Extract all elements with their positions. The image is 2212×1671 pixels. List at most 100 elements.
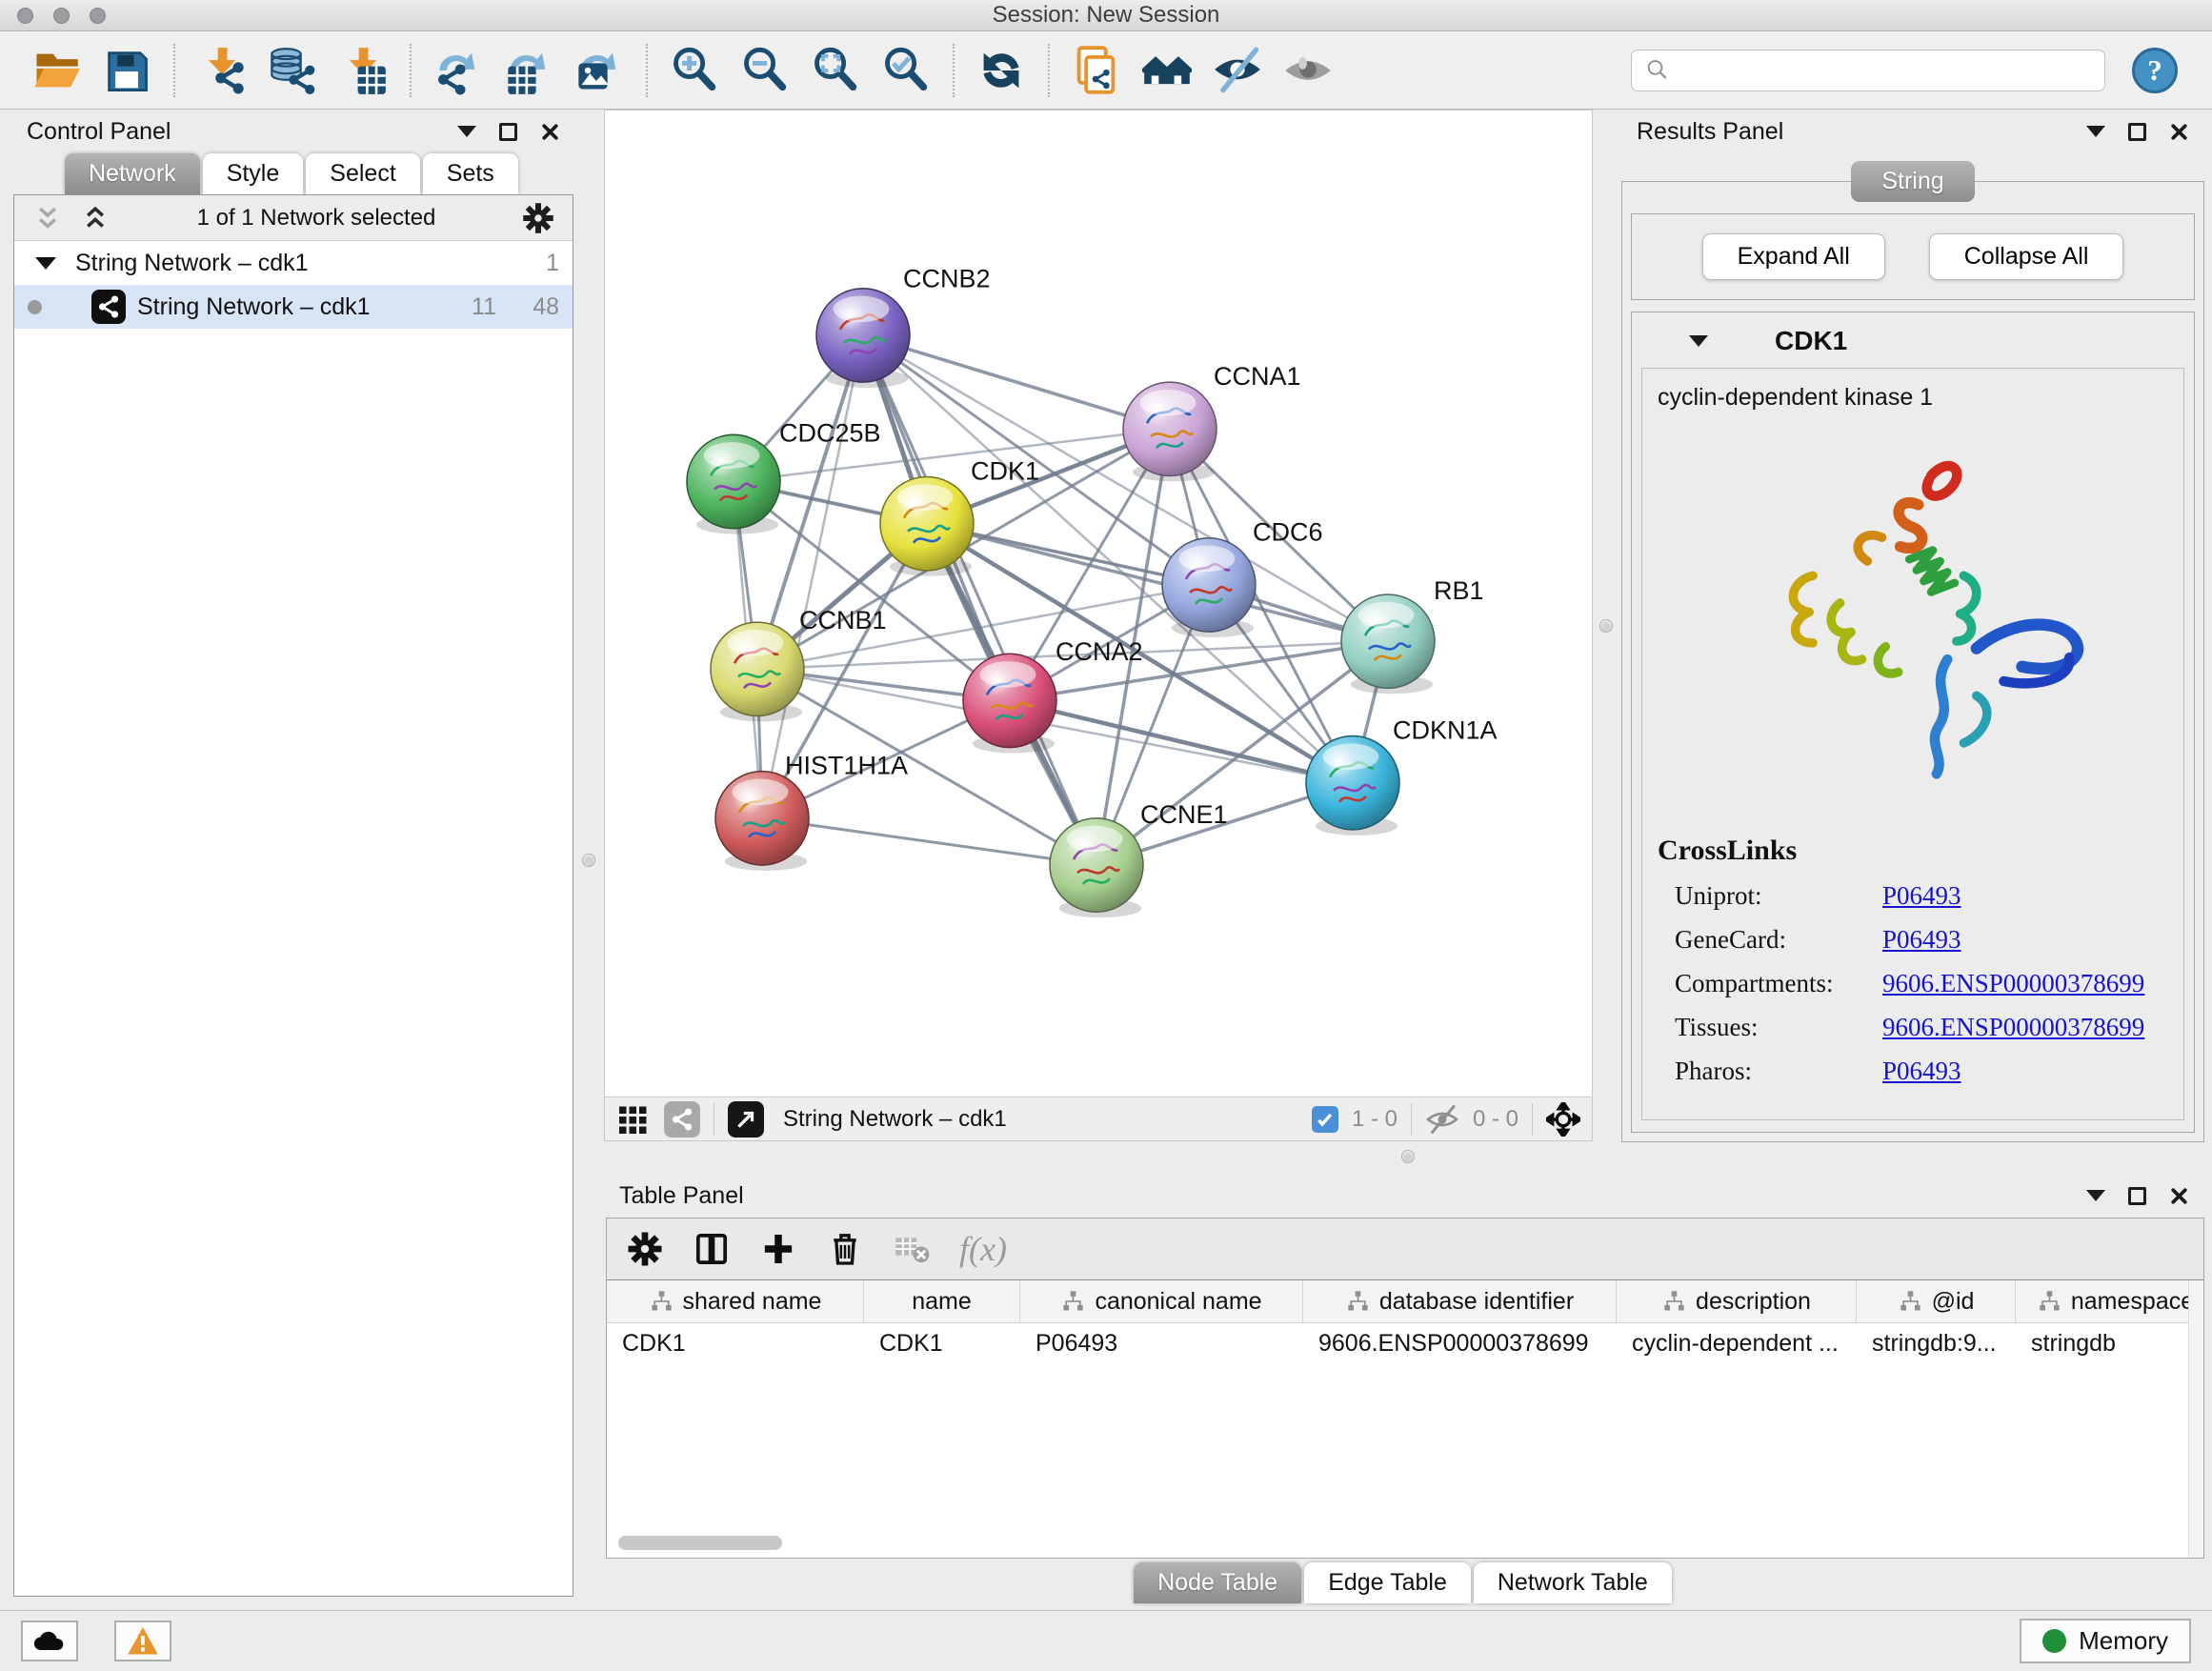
network-node[interactable]: [1123, 382, 1217, 481]
window-controls[interactable]: [17, 8, 106, 24]
horizontal-splitter[interactable]: [604, 1141, 2212, 1174]
export-image-button[interactable]: [569, 41, 630, 100]
network-node[interactable]: [963, 654, 1056, 753]
tab-select[interactable]: Select: [306, 153, 419, 194]
column-label: canonical name: [1095, 1288, 1261, 1316]
tab-sets[interactable]: Sets: [423, 153, 518, 194]
panel-menu-icon[interactable]: [457, 126, 476, 137]
cloud-button[interactable]: [21, 1621, 78, 1661]
tree-options-gear-icon[interactable]: [521, 201, 555, 235]
splitter-handle[interactable]: [1401, 1150, 1415, 1163]
table-row[interactable]: CDK1CDK1P064939606.ENSP00000378699cyclin…: [607, 1323, 2203, 1363]
collapse-all-button[interactable]: Collapse All: [1929, 233, 2124, 280]
search-box[interactable]: [1631, 50, 2105, 91]
pan-crosshair-icon[interactable]: [1546, 1102, 1580, 1137]
help-button[interactable]: ?: [2132, 48, 2178, 93]
export-table-button[interactable]: [498, 41, 559, 100]
clone-network-button[interactable]: [1066, 41, 1127, 100]
splitter-handle[interactable]: [582, 854, 595, 867]
panel-float-icon[interactable]: [499, 123, 517, 141]
column-header-shared-name[interactable]: shared name: [607, 1280, 864, 1322]
tab-network[interactable]: Network: [65, 153, 200, 194]
crosslink-link[interactable]: 9606.ENSP00000378699: [1882, 1013, 2144, 1042]
protein-description: cyclin-dependent kinase 1: [1658, 384, 2168, 412]
network-node[interactable]: [1306, 736, 1399, 836]
close-window-icon[interactable]: [17, 8, 33, 24]
maximize-window-icon[interactable]: [90, 8, 106, 24]
tab-style[interactable]: Style: [203, 153, 304, 194]
tab-network-table[interactable]: Network Table: [1474, 1562, 1672, 1603]
zoom-selected-button[interactable]: [875, 41, 936, 100]
collapse-icon[interactable]: [35, 257, 56, 270]
crosslink-link[interactable]: 9606.ENSP00000378699: [1882, 969, 2144, 998]
memory-button[interactable]: Memory: [2020, 1619, 2191, 1663]
panel-float-icon[interactable]: [2128, 123, 2146, 141]
splitter-handle[interactable]: [1599, 619, 1613, 633]
network-node[interactable]: [1341, 594, 1435, 694]
delete-column-icon[interactable]: [826, 1230, 864, 1268]
crosslink-link[interactable]: P06493: [1882, 1057, 1961, 1086]
export-network-button[interactable]: [428, 41, 489, 100]
zoom-fit-button[interactable]: [805, 41, 866, 100]
toolbar-separator: [410, 44, 412, 97]
column-header-name[interactable]: name: [864, 1280, 1020, 1322]
show-columns-icon[interactable]: [693, 1230, 731, 1268]
import-table-button[interactable]: [332, 41, 393, 100]
column-header-description[interactable]: description: [1617, 1280, 1857, 1322]
network-node[interactable]: [715, 772, 809, 871]
detach-view-button[interactable]: [728, 1101, 764, 1137]
collapse-all-icon[interactable]: [31, 202, 64, 234]
birds-eye-grid-icon[interactable]: [616, 1102, 651, 1137]
network-graph[interactable]: CCNB2CCNA1CDC25BCDK1CDC6RB1CCNB1CCNA2CDK…: [605, 111, 1592, 1097]
column-header-database-identifier[interactable]: database identifier: [1303, 1280, 1617, 1322]
warnings-button[interactable]: [114, 1621, 171, 1661]
panel-menu-icon[interactable]: [2086, 126, 2105, 137]
vertical-splitter-left[interactable]: [575, 110, 604, 1610]
vertical-splitter-right[interactable]: [1593, 110, 1621, 1141]
column-header-@id[interactable]: @id: [1857, 1280, 2016, 1322]
import-network-button[interactable]: [191, 41, 252, 100]
zoom-out-button[interactable]: [734, 41, 795, 100]
network-label: String Network – cdk1: [137, 293, 371, 321]
share-icon: [670, 1107, 694, 1132]
panel-close-icon[interactable]: [2169, 1186, 2189, 1206]
tab-string[interactable]: String: [1851, 161, 1974, 202]
panel-float-icon[interactable]: [2128, 1187, 2146, 1205]
expand-all-icon[interactable]: [79, 202, 111, 234]
crosslink-link[interactable]: P06493: [1882, 881, 1961, 911]
tab-edge-table[interactable]: Edge Table: [1304, 1562, 1471, 1603]
tab-node-table[interactable]: Node Table: [1134, 1562, 1301, 1603]
import-network-database-button[interactable]: [262, 41, 323, 100]
protein-section: CDK1 cyclin-dependent kinase 1: [1631, 312, 2195, 1133]
crosslink-link[interactable]: P06493: [1882, 925, 1961, 955]
create-column-icon[interactable]: [759, 1230, 797, 1268]
panel-close-icon[interactable]: [2169, 122, 2189, 142]
panel-menu-icon[interactable]: [2086, 1190, 2105, 1201]
column-header-namespace[interactable]: namespace: [2016, 1280, 2203, 1322]
network-node[interactable]: [880, 476, 974, 575]
table-options-gear-icon[interactable]: [626, 1230, 664, 1268]
selected-checkbox[interactable]: [1312, 1106, 1338, 1133]
crosslink-row: GeneCard:P06493: [1675, 925, 2168, 955]
open-file-button[interactable]: [26, 41, 87, 100]
network-canvas[interactable]: CCNB2CCNA1CDC25BCDK1CDC6RB1CCNB1CCNA2CDK…: [605, 111, 1592, 1097]
apply-layout-button[interactable]: [971, 41, 1032, 100]
zoom-in-button[interactable]: [664, 41, 725, 100]
minimize-window-icon[interactable]: [53, 8, 70, 24]
panel-close-icon[interactable]: [540, 122, 560, 142]
horizontal-scrollbar[interactable]: [618, 1536, 782, 1550]
network-overview-button[interactable]: [664, 1101, 700, 1137]
collapse-section-icon[interactable]: [1689, 335, 1708, 347]
tree-root-row[interactable]: String Network – cdk1 1: [14, 241, 573, 285]
network-node[interactable]: [711, 622, 804, 721]
network-node[interactable]: [1050, 818, 1143, 917]
tree-network-row[interactable]: String Network – cdk1 11 48: [14, 285, 573, 329]
network-node[interactable]: [687, 434, 780, 534]
vertical-scrollbar[interactable]: [2188, 1280, 2203, 1558]
hide-graphics-details-button[interactable]: [1207, 41, 1268, 100]
column-header-canonical-name[interactable]: canonical name: [1020, 1280, 1303, 1322]
save-session-button[interactable]: [96, 41, 157, 100]
search-input[interactable]: [1679, 57, 2093, 84]
expand-all-button[interactable]: Expand All: [1702, 233, 1885, 280]
first-neighbors-button[interactable]: [1136, 41, 1197, 100]
